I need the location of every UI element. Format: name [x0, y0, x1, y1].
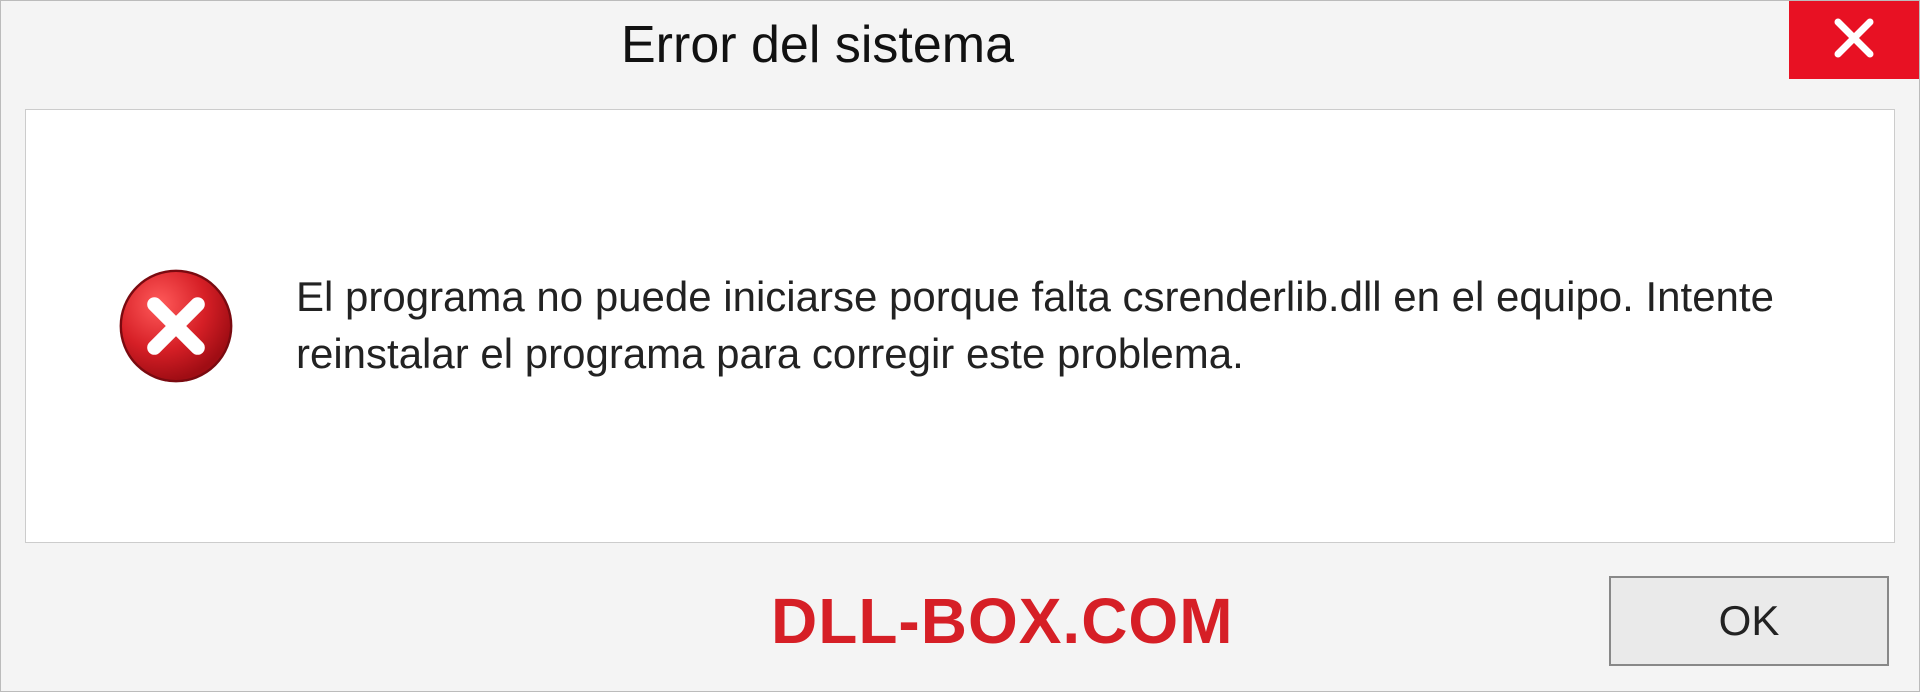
titlebar: Error del sistema [1, 1, 1919, 101]
dialog-footer: DLL-BOX.COM OK [1, 561, 1919, 691]
ok-button-label: OK [1719, 597, 1780, 645]
dialog-title: Error del sistema [1, 1, 1014, 75]
content-panel: El programa no puede iniciarse porque fa… [25, 109, 1895, 543]
close-icon [1830, 14, 1878, 67]
watermark-text: DLL-BOX.COM [31, 584, 1234, 658]
error-icon [116, 266, 236, 386]
close-button[interactable] [1789, 1, 1919, 79]
error-dialog: Error del sistema [0, 0, 1920, 692]
error-message: El programa no puede iniciarse porque fa… [296, 269, 1804, 382]
ok-button[interactable]: OK [1609, 576, 1889, 666]
